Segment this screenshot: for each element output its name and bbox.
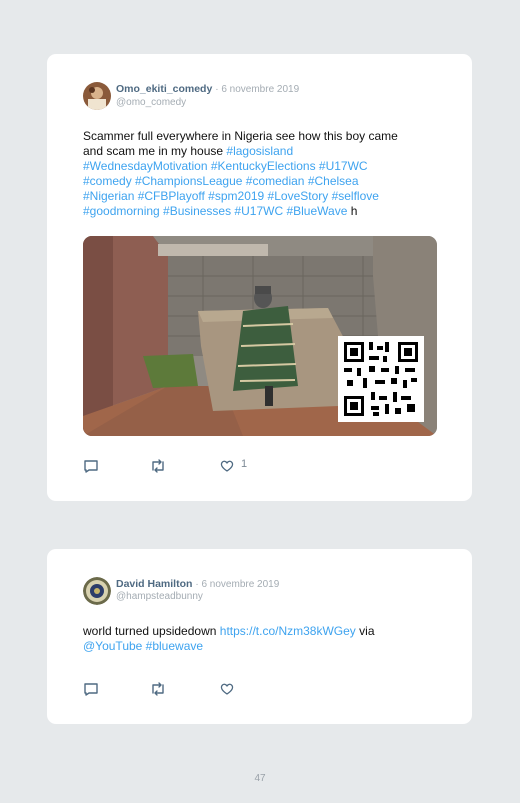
tweet-actions [83,681,283,697]
tweet-text-line: world turned upsidedown https://t.co/Nzm… [83,624,443,639]
tweet-text-line: and scam me in my house #lagosisland [83,144,443,159]
tweet-text: Scammer full everywhere in Nigeria see h… [83,129,443,219]
hashtag-links[interactable]: #Nigerian #CFBPlayoff #spm2019 #LoveStor… [83,189,443,204]
tweet-text: world turned upsidedown https://t.co/Nzm… [83,624,443,654]
retweet-icon[interactable] [149,681,167,702]
tweet-url-link[interactable]: https://t.co/Nzm38kWGey [220,624,356,638]
page-number: 47 [254,773,266,784]
author-name[interactable]: David Hamilton [116,578,192,590]
reply-icon[interactable] [83,681,99,702]
tweet-text-fragment: via [355,624,375,638]
avatar[interactable] [83,82,111,110]
author-line: David Hamilton · 6 novembre 2019 [116,578,279,590]
avatar[interactable] [83,577,111,605]
retweet-icon[interactable] [149,458,167,479]
tweet-card: Omo_ekiti_comedy · 6 novembre 2019 @omo_… [47,54,472,501]
like-count: 1 [241,458,248,470]
hashtag-link[interactable]: #lagosisland [226,144,293,158]
tweet-date[interactable]: · 6 novembre 2019 [215,84,299,95]
tweet-text-fragment: world turned upsidedown [83,624,220,638]
tweet-text-line: Scammer full everywhere in Nigeria see h… [83,129,398,143]
hashtag-links[interactable]: #comedy #ChampionsLeague #comedian #Chel… [83,174,443,189]
like-icon[interactable] [219,681,235,702]
hashtag-links[interactable]: #goodmorning #Businesses #U17WC #BlueWav… [83,204,347,218]
tweet-actions: 1 [83,458,283,474]
mention-hashtag-links[interactable]: @YouTube #bluewave [83,639,443,654]
tweet-media-image[interactable] [83,236,437,436]
author-handle[interactable]: @omo_comedy [116,97,186,108]
author-line: Omo_ekiti_comedy · 6 novembre 2019 [116,83,299,95]
hashtag-links[interactable]: #WednesdayMotivation #KentuckyElections … [83,159,443,174]
tweet-text-fragment: h [347,204,358,218]
tweet-text-fragment: and scam me in my house [83,144,227,158]
reply-icon[interactable] [83,458,99,479]
author-name[interactable]: Omo_ekiti_comedy [116,83,212,95]
like-icon[interactable] [219,458,235,479]
tweet-text-line: #goodmorning #Businesses #U17WC #BlueWav… [83,204,443,219]
tweet-card: David Hamilton · 6 novembre 2019 @hampst… [47,549,472,724]
tweet-date[interactable]: · 6 novembre 2019 [195,579,279,590]
author-handle[interactable]: @hampsteadbunny [116,591,203,602]
